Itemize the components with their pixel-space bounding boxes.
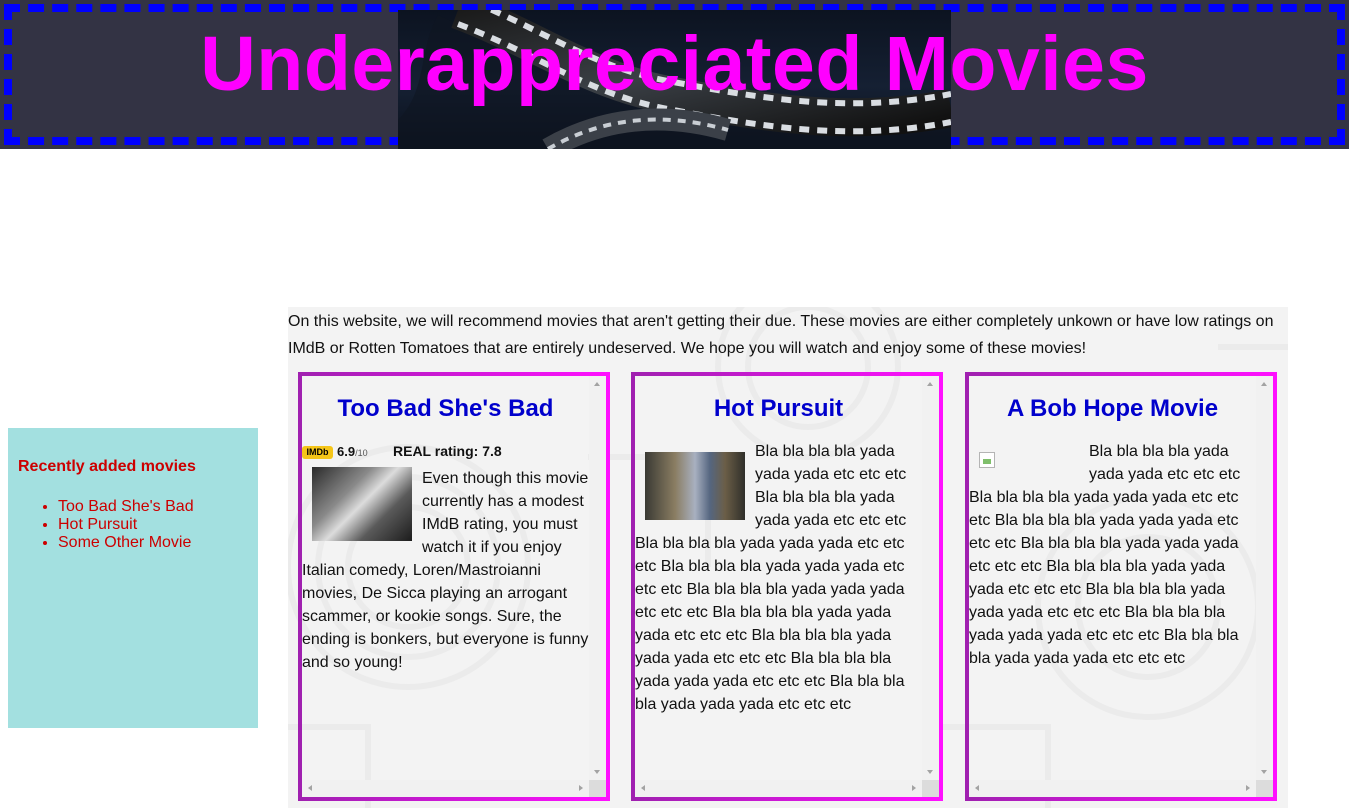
scroll-up-icon[interactable] [1261,382,1267,386]
imdb-score-value: 6.9 [337,444,356,459]
scrollbar-corner [589,780,606,797]
movie-still-image [645,452,745,520]
scroll-right-icon[interactable] [579,785,583,791]
scroll-down-icon[interactable] [594,770,600,774]
scroll-down-icon[interactable] [927,770,933,774]
scroll-left-icon[interactable] [975,785,979,791]
intro-text: On this website, we will recommend movie… [288,313,1274,357]
movie-card[interactable]: A Bob Hope Movie Bla bla bla bla yada ya… [965,372,1277,801]
horizontal-scrollbar[interactable] [635,780,922,797]
scroll-left-icon[interactable] [308,785,312,791]
movie-description: Bla bla bla bla yada yada yada etc etc e… [969,443,1241,667]
rating-row: IMDb 6.9/10 REAL rating: 7.8 [302,443,589,467]
real-rating: REAL rating: 7.8 [393,443,502,459]
recent-movie-link[interactable]: Some Other Movie [58,534,248,552]
broken-image-icon [979,452,995,468]
scrollbar-corner [1256,780,1273,797]
site-header: Underappreciated Movies [0,0,1349,149]
horizontal-scrollbar[interactable] [302,780,589,797]
recent-movie-link[interactable]: Hot Pursuit [58,516,248,534]
card-scroll-area: A Bob Hope Movie Bla bla bla bla yada ya… [969,376,1256,780]
scroll-right-icon[interactable] [1246,785,1250,791]
movie-title: Too Bad She's Bad [337,395,554,422]
card-scroll-area: Too Bad She's Bad IMDb 6.9/10 REAL ratin… [302,376,589,780]
scroll-down-icon[interactable] [1261,770,1267,774]
card-scroll-area: Hot Pursuit Bla bla bla bla yada yada ya… [635,376,922,780]
movie-card[interactable]: Too Bad She's Bad IMDb 6.9/10 REAL ratin… [298,372,610,801]
imdb-logo-icon: IMDb [302,446,333,459]
vertical-scrollbar[interactable] [922,376,939,780]
recent-movie-link[interactable]: Too Bad She's Bad [58,498,248,516]
scrollbar-corner [922,780,939,797]
scroll-right-icon[interactable] [912,785,916,791]
scroll-up-icon[interactable] [927,382,933,386]
movie-title: Hot Pursuit [713,395,844,422]
horizontal-scrollbar[interactable] [969,780,1256,797]
sidebar-heading: Recently added movies [18,458,196,475]
scroll-up-icon[interactable] [594,382,600,386]
site-title: Underappreciated Movies [200,21,1149,107]
scroll-left-icon[interactable] [641,785,645,791]
vertical-scrollbar[interactable] [1256,376,1273,780]
main-content: On this website, we will recommend movie… [288,307,1288,808]
imdb-score: 6.9/10 [337,444,368,459]
recent-movies-list: Too Bad She's Bad Hot Pursuit Some Other… [18,498,248,552]
movie-title: A Bob Hope Movie [1006,395,1219,422]
vertical-scrollbar[interactable] [589,376,606,780]
movie-card[interactable]: Hot Pursuit Bla bla bla bla yada yada ya… [631,372,943,801]
sidebar: Recently added movies Too Bad She's Bad … [8,428,258,728]
movie-still-image [312,467,412,541]
imdb-score-scale: /10 [355,448,368,458]
movie-still-image [979,440,1079,468]
